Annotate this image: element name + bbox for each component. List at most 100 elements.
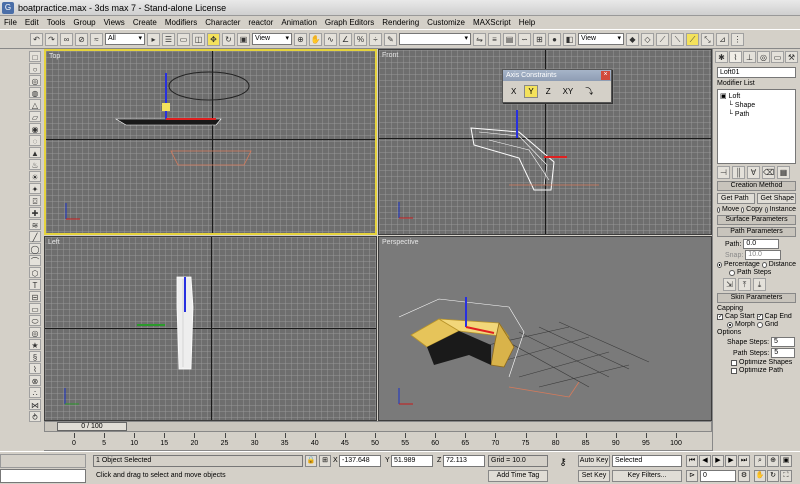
- object-name-field[interactable]: Loft01: [717, 67, 796, 78]
- material-editor-icon[interactable]: ●: [548, 32, 561, 46]
- current-frame-field[interactable]: 0: [700, 470, 736, 482]
- selection-filter-dropdown[interactable]: All ▾: [105, 33, 145, 45]
- pivot-center-icon[interactable]: ⊕: [294, 32, 307, 46]
- axis-constraints-header[interactable]: Axis Constraints ×: [503, 70, 611, 81]
- select-by-name-icon[interactable]: ☰: [162, 32, 175, 46]
- create-tube-icon[interactable]: ◌: [29, 135, 41, 146]
- configure-modifier-sets-icon[interactable]: ▦: [777, 166, 790, 179]
- z-coordinate-field[interactable]: 72.113: [443, 455, 485, 467]
- modifier-stack[interactable]: ▣ Loft └ Shape └ Path: [717, 89, 796, 164]
- create-cone-icon[interactable]: △: [29, 99, 41, 110]
- path-value-field[interactable]: 0.0: [743, 239, 780, 249]
- menu-tools[interactable]: Tools: [43, 18, 70, 27]
- select-rotate-icon[interactable]: ↻: [222, 32, 235, 46]
- create-camera-icon[interactable]: ⌼: [29, 195, 41, 206]
- create-star-icon[interactable]: ★: [29, 339, 41, 350]
- next-frame-icon[interactable]: ▶: [725, 455, 737, 467]
- mirror-icon[interactable]: ⇋: [473, 32, 486, 46]
- curve-editor-icon[interactable]: ∽: [518, 32, 531, 46]
- time-slider-knob[interactable]: 0 / 100: [57, 422, 127, 431]
- stack-item-loft[interactable]: ▣ Loft: [720, 92, 793, 101]
- undo-icon[interactable]: ↶: [30, 32, 43, 46]
- pan-icon[interactable]: ✋: [754, 470, 766, 482]
- menu-graph-editors[interactable]: Graph Editors: [321, 18, 378, 27]
- play-icon[interactable]: ▶: [712, 455, 724, 467]
- cap-end-checkbox[interactable]: ✓: [756, 313, 763, 320]
- zoom-extents-icon[interactable]: ▣: [780, 455, 792, 467]
- render-last-icon[interactable]: ◇: [641, 32, 654, 46]
- maxscript-input-field[interactable]: [0, 469, 86, 483]
- select-move-icon[interactable]: ✥: [207, 32, 220, 46]
- menu-modifiers[interactable]: Modifiers: [161, 18, 201, 27]
- spinner-snap-icon[interactable]: ÷: [369, 32, 382, 46]
- create-ngon-icon[interactable]: ⬡: [29, 267, 41, 278]
- rectangular-selection-icon[interactable]: ▭: [177, 32, 190, 46]
- menu-views[interactable]: Views: [100, 18, 129, 27]
- render-type-dropdown[interactable]: View ▾: [578, 33, 624, 45]
- display-tab-icon[interactable]: ▭: [771, 51, 784, 63]
- create-cylinder-icon[interactable]: ◎: [29, 75, 41, 86]
- create-section-icon[interactable]: ⊟: [29, 291, 41, 302]
- stack-item-path[interactable]: └ Path: [720, 110, 793, 119]
- key-icon[interactable]: ⚷: [553, 458, 573, 470]
- create-boolean-icon[interactable]: ⊗: [29, 375, 41, 386]
- cap-start-checkbox[interactable]: ✓: [717, 313, 723, 320]
- time-configuration-icon[interactable]: ⚙: [738, 470, 750, 482]
- redo-icon[interactable]: ↷: [45, 32, 58, 46]
- create-torus-icon[interactable]: ◍: [29, 87, 41, 98]
- percent-snap-icon[interactable]: %: [354, 32, 367, 46]
- snap-override-icon[interactable]: ⤵: [581, 84, 597, 99]
- constraint-z-icon[interactable]: ⟋: [686, 32, 699, 46]
- skin-parameters-rollout[interactable]: Skin Parameters: [717, 293, 796, 303]
- reference-coordinate-dropdown[interactable]: View ▾: [252, 33, 292, 45]
- utilities-tab-icon[interactable]: ⚒: [785, 51, 798, 63]
- path-steps-radio[interactable]: [729, 269, 735, 276]
- snap-value-field[interactable]: 10.0: [745, 250, 782, 260]
- time-slider[interactable]: 0 / 100: [44, 421, 712, 432]
- menu-create[interactable]: Create: [129, 18, 161, 27]
- create-loft-icon[interactable]: ⌇: [29, 363, 41, 374]
- stack-item-shape[interactable]: └ Shape: [720, 101, 793, 110]
- key-mode-toggle-icon[interactable]: ⊳: [686, 470, 698, 482]
- grid-radio[interactable]: [756, 321, 763, 328]
- window-crossing-icon[interactable]: ◫: [192, 32, 205, 46]
- link-icon[interactable]: ∞: [60, 32, 73, 46]
- optimize-path-checkbox[interactable]: [731, 367, 737, 374]
- surface-parameters-rollout[interactable]: Surface Parameters: [717, 215, 796, 225]
- axis-x-button[interactable]: X: [507, 85, 520, 98]
- menu-help[interactable]: Help: [515, 18, 539, 27]
- optimize-shapes-checkbox[interactable]: [731, 359, 737, 366]
- x-coordinate-field[interactable]: -137.648: [339, 455, 381, 467]
- axis-xy-button[interactable]: XY: [559, 85, 578, 98]
- mirror-axis-icon[interactable]: ⊿: [716, 32, 729, 46]
- create-arc-icon[interactable]: ⌒: [29, 255, 41, 266]
- create-circle-icon[interactable]: ◯: [29, 243, 41, 254]
- create-morph-icon[interactable]: ⥁: [29, 411, 41, 422]
- shape-steps-field[interactable]: 5: [771, 337, 796, 347]
- create-text-icon[interactable]: T: [29, 279, 41, 290]
- remove-modifier-icon[interactable]: ⌫: [762, 166, 775, 179]
- snap-toggle-icon[interactable]: ∿: [324, 32, 337, 46]
- get-shape-button[interactable]: Get Shape: [756, 193, 796, 204]
- create-pyramid-icon[interactable]: ▲: [29, 147, 41, 158]
- modifier-list-dropdown[interactable]: Modifier List: [717, 80, 796, 87]
- path-steps-field[interactable]: 5: [771, 348, 796, 358]
- array-icon[interactable]: ⋮: [731, 32, 744, 46]
- distance-radio[interactable]: [761, 261, 767, 268]
- create-target-light-icon[interactable]: ☀: [29, 171, 41, 182]
- menu-reactor[interactable]: reactor: [244, 18, 277, 27]
- align-icon[interactable]: ≡: [488, 32, 501, 46]
- create-spacewarp-icon[interactable]: ≋: [29, 219, 41, 230]
- axis-y-button[interactable]: Y: [524, 85, 538, 98]
- create-plane-icon[interactable]: ▱: [29, 111, 41, 122]
- menu-file[interactable]: File: [0, 18, 21, 27]
- axis-z-button[interactable]: Z: [542, 85, 555, 98]
- modify-tab-icon[interactable]: ⌇: [729, 51, 742, 63]
- morph-radio[interactable]: [727, 321, 733, 328]
- menu-customize[interactable]: Customize: [423, 18, 469, 27]
- viewport-top[interactable]: Top: [44, 49, 377, 235]
- key-mode-dropdown[interactable]: Selected: [612, 455, 682, 467]
- creation-method-rollout[interactable]: Creation Method: [717, 181, 796, 191]
- pick-shape-icon[interactable]: ⇲: [723, 278, 736, 291]
- y-coordinate-field[interactable]: 51.989: [391, 455, 433, 467]
